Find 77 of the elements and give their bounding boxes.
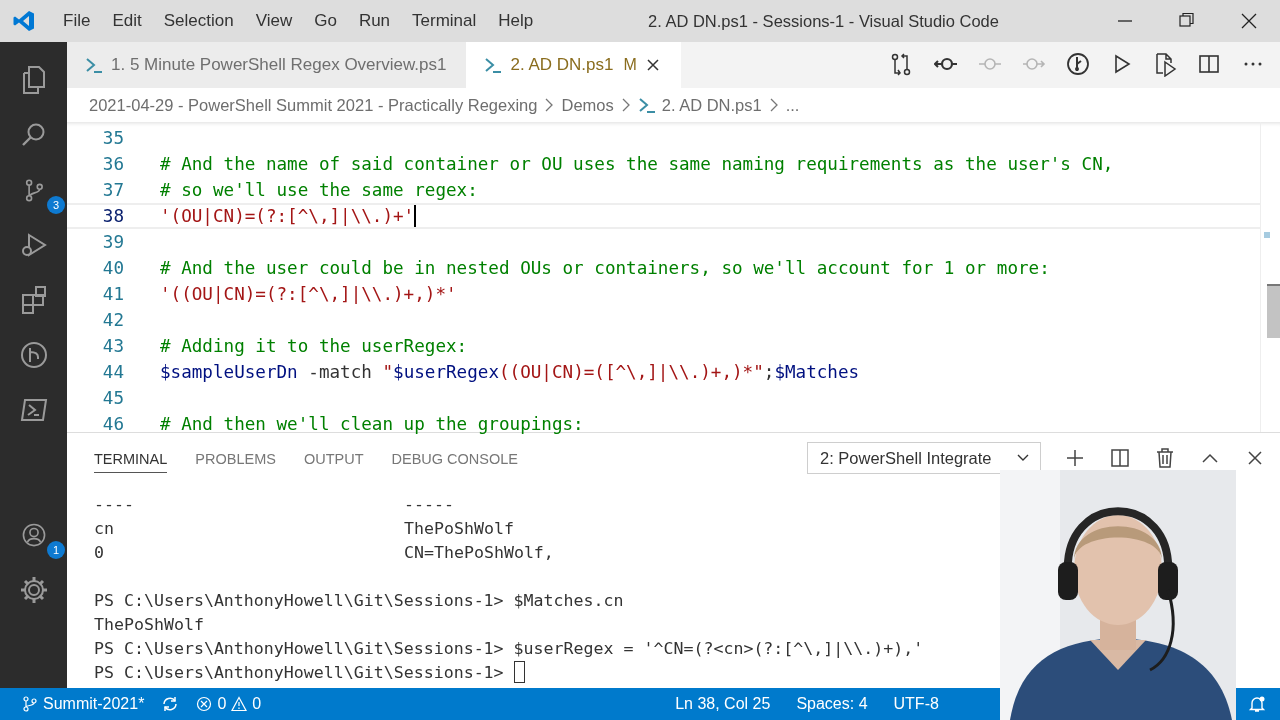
code-line: '((OU|CN)=(?:[^\,]|\\.)+,)*' — [160, 284, 457, 304]
line-number: 44 — [101, 362, 124, 382]
powershell-file-icon — [637, 96, 656, 114]
window-title: 2. AD DN.ps1 - Sessions-1 - Visual Studio Code — [648, 11, 999, 31]
panel-tab[interactable]: DEBUG CONSOLE — [391, 443, 519, 473]
problems-status[interactable]: 0 0 — [196, 695, 262, 713]
terminal-command: $Matches.cn — [513, 590, 624, 610]
menu-item[interactable]: File — [52, 11, 102, 31]
powershell-file-icon — [85, 56, 103, 74]
terminal-prompt: PS C:\Users\AnthonyHowell\Git\Sessions-1> — [94, 638, 504, 658]
warning-icon — [231, 696, 248, 712]
terminal-output: ThePoShWolf — [94, 614, 204, 634]
notification-badge: 1 — [47, 541, 65, 559]
line-number: 45 — [101, 388, 124, 408]
line-number: 39 — [101, 232, 124, 252]
menu-item[interactable]: Terminal — [401, 11, 488, 31]
code-line: # And then we'll clean up the groupings: — [160, 414, 584, 434]
code-line: # so we'll use the same regex: — [160, 180, 478, 200]
breadcrumb-item[interactable]: ... — [785, 95, 800, 115]
run-file-icon[interactable] — [1154, 53, 1178, 77]
line-number: 46 — [101, 414, 124, 434]
notification-badge: 3 — [47, 196, 65, 214]
close-icon[interactable] — [644, 57, 661, 73]
notification-bell-icon[interactable] — [1248, 695, 1266, 713]
panel-tab[interactable]: PROBLEMS — [195, 443, 276, 473]
line-number: 40 — [101, 258, 124, 278]
scrollbar-thumb[interactable] — [1267, 284, 1280, 338]
code-line: $sampleUserDn -match "$userRegex((OU|CN)=([^\,]|\\.)+,)*";$Matches — [160, 362, 860, 382]
plus-icon[interactable] — [1064, 447, 1086, 469]
panel-tab[interactable]: OUTPUT — [303, 443, 364, 473]
account-icon[interactable] — [20, 521, 47, 548]
terminal-dropdown[interactable]: 2: PowerShell Integrate — [807, 442, 1041, 474]
vscode-logo-icon — [12, 9, 36, 33]
breadcrumb-item[interactable]: 2021-04-29 - PowerShell Summit 2021 - Practically Regexing — [89, 95, 538, 115]
editor-tab[interactable]: 2. AD DN.ps1 M — [466, 42, 681, 88]
terminal-command: $userRegex = '^CN=(?<cn>(?:[^\,]|\\.)+),' — [513, 638, 924, 658]
menu-item[interactable]: Selection — [152, 11, 245, 31]
branch-status[interactable]: Summit-2021* — [22, 695, 145, 713]
line-number: 43 — [101, 336, 124, 356]
status-item[interactable]: Ln 38, Col 25 — [675, 695, 771, 713]
line-number: 38 — [101, 206, 124, 226]
terminal-output: ThePoShWolf — [404, 518, 514, 538]
terminal-output: ----- — [404, 494, 454, 514]
line-number: 36 — [101, 154, 124, 174]
terminal-output: cn — [94, 518, 115, 538]
branch-icon — [22, 696, 38, 712]
menu-item[interactable]: View — [244, 11, 304, 31]
panel-tab[interactable]: TERMINAL — [94, 443, 168, 473]
line-number: 41 — [101, 284, 124, 304]
menu-item[interactable]: Edit — [101, 11, 153, 31]
code-line: # And the user could be in nested OUs or containers, so we'll account for 1 or more: — [160, 258, 1050, 278]
modified-indicator: M — [623, 56, 637, 74]
line-number: 42 — [101, 310, 124, 330]
terminal-output: CN=ThePoShWolf, — [404, 542, 554, 562]
code-line: # Adding it to the userRegex: — [160, 336, 468, 356]
breadcrumb-item[interactable]: Demos — [561, 95, 614, 115]
editor-tab[interactable]: 1. 5 Minute PowerShell Regex Overview.ps1 — [67, 42, 467, 88]
terminal-output: ---- — [94, 494, 135, 514]
menu-item[interactable]: Help — [487, 11, 545, 31]
text-cursor — [414, 205, 417, 227]
status-item[interactable]: Spaces: 4 — [796, 695, 868, 713]
overview-marker — [1264, 232, 1270, 238]
line-number: 37 — [101, 180, 124, 200]
error-icon — [196, 696, 213, 712]
line-number: 35 — [101, 128, 124, 148]
terminal-prompt: PS C:\Users\AnthonyHowell\Git\Sessions-1> — [94, 590, 504, 610]
trash-icon[interactable] — [1154, 447, 1176, 469]
menu-item[interactable]: Go — [303, 11, 348, 31]
terminal-prompt: PS C:\Users\AnthonyHowell\Git\Sessions-1> — [94, 662, 504, 682]
breadcrumb-item[interactable]: 2. AD DN.ps1 — [661, 95, 762, 115]
menu-item[interactable]: Run — [347, 11, 402, 31]
terminal-output: 0 — [94, 542, 105, 562]
code-line: '(OU|CN)=(?:[^\,]|\\.)+' — [160, 206, 415, 226]
powershell-file-icon — [484, 56, 503, 74]
status-item[interactable]: UTF-8 — [893, 695, 939, 713]
code-line: # And the name of said container or OU uses the same naming requirements as the user's CN, — [160, 154, 1114, 174]
split-terminal-icon[interactable] — [1109, 447, 1131, 469]
